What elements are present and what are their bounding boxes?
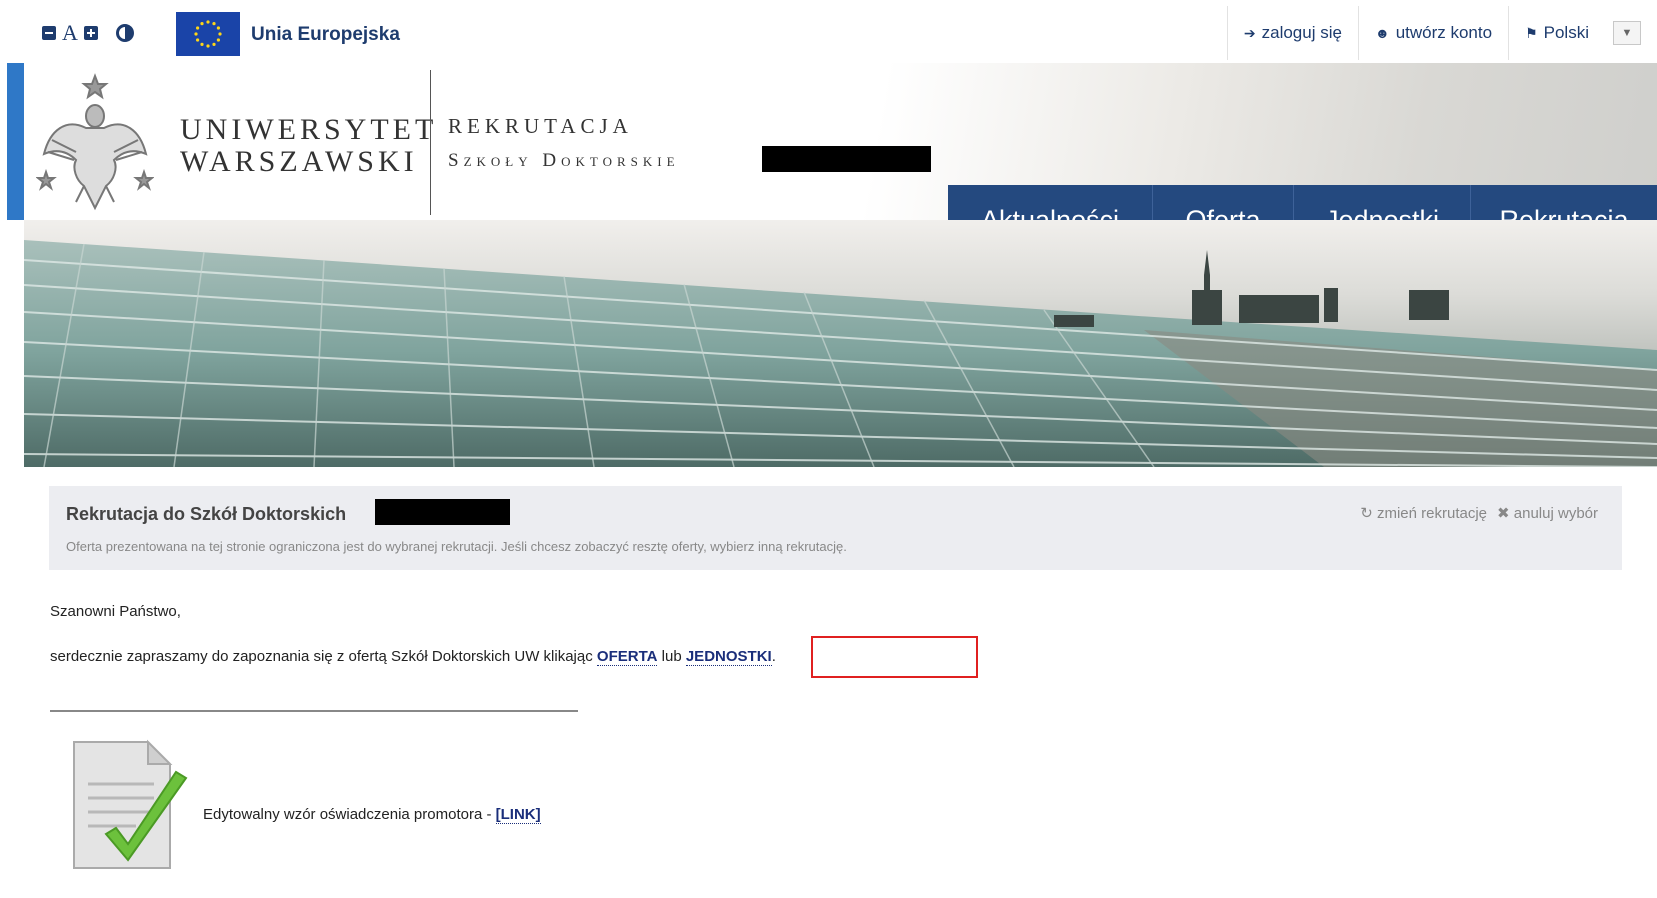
- invite-prefix: serdecznie zapraszamy do zapoznania się …: [50, 648, 593, 665]
- invite-or: lub: [661, 648, 682, 665]
- redacted-block-header: [762, 146, 931, 172]
- document-check-icon: [73, 739, 188, 869]
- redacted-block-title: [375, 499, 510, 525]
- cancel-selection-label: anuluj wybór: [1513, 505, 1598, 522]
- create-account-link[interactable]: ☻ utwórz konto: [1357, 6, 1508, 60]
- jednostki-link[interactable]: JEDNOSTKI: [685, 648, 772, 666]
- recruitment-actions: ↻ zmień rekrutację ✖ anuluj wybór: [1360, 504, 1598, 522]
- user-plus-icon: ☻: [1374, 25, 1390, 41]
- top-nav: ➔ zaloguj się ☻ utwórz konto ⚑ Polski ▼: [1226, 6, 1657, 60]
- section-title: REKRUTACJA: [448, 114, 633, 138]
- invite-text: serdecznie zapraszamy do zapoznania się …: [50, 648, 776, 666]
- university-name-line2: WARSZAWSKI: [180, 145, 418, 178]
- eu-flag-icon[interactable]: [176, 12, 240, 56]
- font-default-button[interactable]: A: [62, 22, 78, 44]
- accessibility-controls: A: [42, 22, 134, 44]
- close-icon: ✖: [1497, 505, 1510, 522]
- login-icon: ➔: [1243, 24, 1256, 41]
- university-eagle-logo[interactable]: [36, 68, 154, 216]
- hero-banner-image: [24, 220, 1657, 467]
- promoter-statement-text: Edytowalny wzór oświadczenia promotora -…: [203, 806, 541, 824]
- recruitment-description: Oferta prezentowana na tej stronie ogran…: [66, 539, 847, 554]
- create-account-label: utwórz konto: [1395, 23, 1493, 42]
- refresh-icon: ↻: [1360, 505, 1373, 522]
- oferta-link[interactable]: OFERTA: [596, 648, 658, 666]
- font-decrease-icon[interactable]: [42, 26, 56, 40]
- content-divider: [50, 710, 578, 712]
- invite-suffix: .: [771, 648, 776, 665]
- recruitment-title: Rekrutacja do Szkół Doktorskich: [66, 504, 347, 524]
- header-accent-bar: [7, 63, 24, 220]
- change-recruitment-link[interactable]: ↻ zmień rekrutację: [1360, 504, 1487, 522]
- university-name-line1: UNIWERSYTET: [180, 113, 438, 146]
- change-recruitment-label: zmień rekrutację: [1376, 505, 1488, 522]
- font-increase-icon[interactable]: [83, 26, 98, 40]
- highlight-box: [811, 636, 978, 678]
- language-flag-icon: ⚑: [1525, 24, 1538, 41]
- recruitment-info-box: Rekrutacja do Szkół Doktorskich Oferta p…: [49, 486, 1622, 570]
- university-name[interactable]: UNIWERSYTET WARSZAWSKI: [180, 114, 437, 178]
- greeting-text: Szanowni Państwo,: [50, 603, 181, 620]
- header-divider: [430, 70, 431, 215]
- login-label: zaloguj się: [1261, 23, 1342, 42]
- chevron-down-icon[interactable]: ▼: [1613, 21, 1641, 45]
- promoter-statement-link[interactable]: [LINK]: [495, 806, 541, 824]
- top-bar: A Unia Europejska ➔ zaloguj się ☻ utwórz…: [0, 0, 1657, 60]
- section-subtitle: Szkoły Doktorskie: [448, 150, 680, 171]
- eu-label[interactable]: Unia Europejska: [251, 24, 400, 46]
- language-label: Polski: [1543, 23, 1589, 42]
- contrast-icon[interactable]: [115, 24, 134, 42]
- cancel-selection-link[interactable]: ✖ anuluj wybór: [1497, 504, 1598, 522]
- login-link[interactable]: ➔ zaloguj się: [1226, 6, 1358, 60]
- language-selector[interactable]: ⚑ Polski ▼: [1508, 6, 1657, 60]
- promoter-statement-label: Edytowalny wzór oświadczenia promotora -: [203, 806, 492, 823]
